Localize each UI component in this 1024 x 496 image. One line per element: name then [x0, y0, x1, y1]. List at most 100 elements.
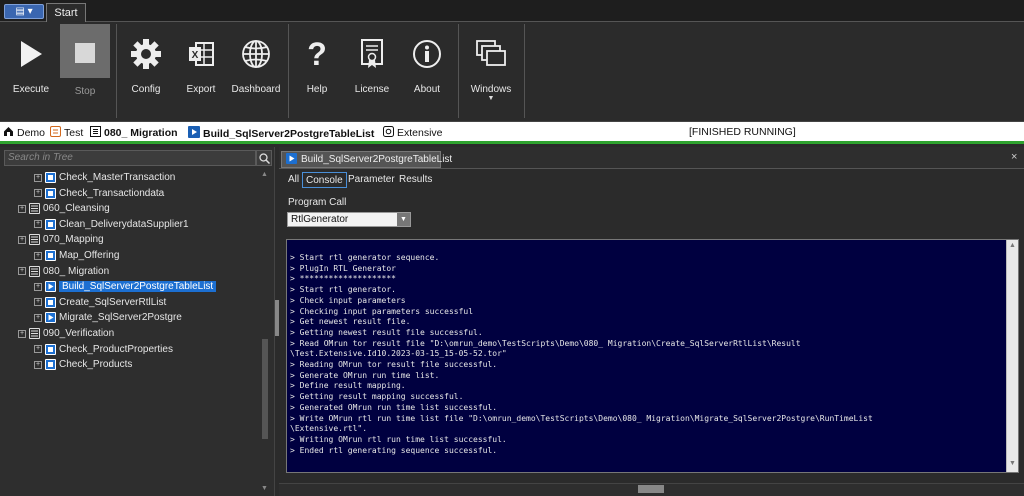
info-icon — [412, 28, 442, 80]
about-button[interactable]: About — [402, 24, 452, 118]
camera-icon — [383, 126, 394, 140]
document-tab[interactable]: Build_SqlServer2PostgreTableList — [281, 151, 452, 168]
play-square-icon — [45, 281, 56, 293]
console-lines: > Start rtl generator sequence. > PlugIn … — [290, 253, 1000, 456]
tree-item[interactable]: + Check_ProductProperties — [34, 342, 173, 357]
chevron-down-icon[interactable]: ▼ — [397, 213, 410, 226]
close-icon[interactable]: × — [1011, 151, 1017, 163]
program-call-label: Program Call — [288, 197, 347, 208]
console-output[interactable]: > Start rtl generator sequence. > PlugIn … — [286, 239, 1019, 473]
windows-cascade-icon — [475, 28, 507, 80]
tree-item-label: Map_Offering — [59, 250, 120, 261]
expand-icon[interactable]: + — [34, 251, 42, 260]
breadcrumb-migration[interactable]: 080_ Migration — [90, 126, 178, 140]
console-line: \Extensive.rtl". — [290, 424, 368, 434]
breadcrumb-testcase[interactable]: Build_SqlServer2PostgreTableList — [188, 126, 374, 141]
expand-icon[interactable]: + — [18, 204, 26, 213]
license-button[interactable]: License — [346, 24, 398, 118]
tree-item[interactable]: + Clean_DeliverydataSupplier1 — [34, 217, 189, 232]
app-menu-button[interactable]: ▤ ▾ — [4, 4, 44, 19]
certificate-icon — [359, 28, 385, 80]
test-icon — [45, 343, 56, 355]
breadcrumb-extensive[interactable]: Extensive — [383, 126, 443, 140]
scroll-up-icon[interactable]: ▲ — [261, 171, 268, 178]
tree-item[interactable]: + Check_Products — [34, 357, 132, 372]
tree-scrollbar[interactable]: ▲ ▼ — [259, 169, 271, 495]
breadcrumb-test[interactable]: Test — [50, 126, 83, 140]
license-label: License — [354, 84, 390, 95]
stop-icon — [74, 28, 96, 78]
folder-list-icon — [29, 328, 40, 339]
console-line: > Getting result mapping successful. — [290, 392, 464, 402]
console-scrollbar[interactable]: ▲ ▼ — [1006, 240, 1018, 472]
tree-item[interactable]: +090_Verification — [18, 326, 114, 341]
tree-item-label: Create_SqlServerRtlList — [59, 296, 167, 308]
scroll-down-icon[interactable]: ▼ — [1009, 460, 1016, 467]
dashboard-button[interactable]: Dashboard — [230, 24, 282, 118]
expand-icon[interactable]: + — [34, 345, 42, 354]
tree-item-label: Check_ProductProperties — [59, 343, 173, 355]
expand-icon[interactable]: + — [34, 220, 42, 229]
scroll-up-icon[interactable]: ▲ — [1009, 242, 1016, 249]
tree-item[interactable]: + Check_Transactiondata — [34, 186, 164, 201]
console-line: > Generate OMrun run time list. — [290, 370, 440, 380]
tree-item-label: Clean_DeliverydataSupplier1 — [59, 218, 189, 230]
windows-button[interactable]: Windows ▼ — [464, 24, 518, 118]
help-button[interactable]: ? Help — [294, 24, 340, 118]
tree-item-label: Build_SqlServer2PostgreTableList — [59, 281, 217, 293]
export-label: Export — [186, 84, 216, 95]
console-line: > Getting newest result file successful. — [290, 327, 483, 337]
program-call-select[interactable]: RtlGenerator ▼ — [287, 212, 411, 227]
document-panel: Build_SqlServer2PostgreTableList × All C… — [279, 147, 1024, 496]
config-button[interactable]: Config — [122, 24, 170, 118]
breadcrumb-demo[interactable]: Demo — [3, 126, 45, 140]
scroll-thumb[interactable] — [262, 339, 268, 439]
search-icon[interactable] — [256, 150, 272, 166]
subtab-results[interactable]: Results — [396, 172, 435, 188]
console-line: > Check input parameters — [290, 295, 406, 305]
expand-icon[interactable]: + — [34, 298, 42, 307]
tree-view: + Check_MasterTransaction + Check_Transacti… — [4, 169, 256, 495]
gear-icon — [130, 28, 162, 80]
tree-item-label: 090_Verification — [43, 328, 115, 339]
expand-icon[interactable]: + — [34, 360, 42, 369]
expand-icon[interactable]: + — [18, 267, 26, 276]
tree-item[interactable]: + Build_SqlServer2PostgreTableList — [34, 279, 217, 294]
scroll-down-icon[interactable]: ▼ — [261, 485, 268, 492]
subtab-all[interactable]: All — [285, 172, 302, 188]
expand-icon[interactable]: + — [18, 235, 26, 244]
play-square-icon — [286, 152, 297, 167]
expand-icon[interactable]: + — [34, 282, 42, 291]
subtab-parameter[interactable]: Parameter — [345, 172, 398, 188]
execute-button[interactable]: Execute — [6, 24, 56, 118]
tree-item[interactable]: + Map_Offering — [34, 248, 119, 263]
resize-grip[interactable] — [638, 485, 664, 493]
export-button[interactable]: X Export — [176, 24, 226, 118]
ribbon: Execute Stop Config X Export Dashboard ?… — [0, 22, 1024, 122]
console-line: > Define result mapping. — [290, 381, 406, 391]
console-line: > Start rtl generator sequence. — [290, 253, 440, 262]
tree-item-label: Migrate_SqlServer2Postgre — [59, 312, 182, 324]
expand-icon[interactable]: + — [34, 173, 42, 182]
breadcrumb-demo-label: Demo — [17, 127, 46, 139]
tab-start[interactable]: Start — [46, 3, 86, 23]
tree-search-input[interactable]: Search in Tree — [4, 150, 256, 166]
tree-item[interactable]: + Check_MasterTransaction — [34, 170, 175, 185]
tree-item[interactable]: +060_Cleansing — [18, 201, 110, 216]
console-line: > PlugIn RTL Generator — [290, 263, 396, 273]
stop-button[interactable]: Stop — [60, 24, 110, 97]
expand-icon[interactable]: + — [34, 189, 42, 198]
tree-item[interactable]: +080_ Migration — [18, 264, 109, 279]
chevron-down-icon: ▼ — [487, 95, 495, 102]
breadcrumb-testcase-label: Build_SqlServer2PostgreTableList — [203, 127, 375, 140]
tree-item[interactable]: +070_Mapping — [18, 232, 104, 247]
excel-icon: X — [187, 28, 215, 80]
expand-icon[interactable]: + — [18, 329, 26, 338]
question-icon: ? — [307, 35, 327, 72]
play-icon — [18, 28, 44, 80]
tree-item[interactable]: + Migrate_SqlServer2Postgre — [34, 310, 182, 325]
expand-icon[interactable]: + — [34, 313, 42, 322]
tree-item[interactable]: + Create_SqlServerRtlList — [34, 295, 166, 310]
title-bar: ▤ ▾ Start — [0, 0, 1024, 23]
subtab-console[interactable]: Console — [302, 172, 347, 188]
